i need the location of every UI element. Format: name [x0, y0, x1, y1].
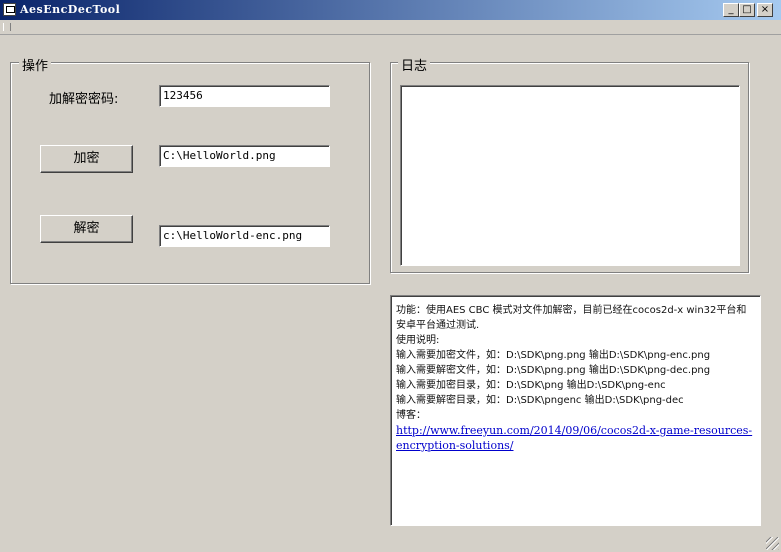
info-line-usage: 使用说明:: [396, 335, 440, 346]
title-bar[interactable]: AesEncDecTool _ □ ×: [0, 0, 781, 20]
info-line-feature: 功能：使用AES CBC 模式对文件加解密，目前已经在cocos2d-x win…: [396, 305, 747, 331]
password-input[interactable]: 123456: [159, 85, 330, 107]
encrypt-path-input[interactable]: C:\HelloWorld.png: [159, 145, 330, 167]
log-textarea[interactable]: [400, 85, 740, 266]
window-title: AesEncDecTool: [20, 3, 121, 16]
blog-link[interactable]: http://www.freeyun.com/2014/09/06/cocos2…: [396, 423, 756, 453]
resize-grip-icon[interactable]: [766, 537, 779, 550]
info-line-decrypt-file: 输入需要解密文件，如：D:\SDK\png.png 输出D:\SDK\png-d…: [396, 365, 711, 376]
decrypt-path-input[interactable]: c:\HelloWorld-enc.png: [159, 225, 330, 247]
maximize-button[interactable]: □: [739, 3, 755, 17]
app-icon[interactable]: [3, 3, 16, 16]
operations-group-label: 操作: [19, 55, 52, 74]
password-label: 加解密密码:: [49, 92, 119, 107]
encrypt-button[interactable]: 加密: [40, 145, 133, 173]
minimize-button[interactable]: _: [723, 3, 739, 17]
info-line-blog: 博客：: [396, 410, 426, 421]
menu-bar: [0, 20, 781, 35]
menu-grip-icon[interactable]: [3, 23, 11, 31]
info-panel[interactable]: 功能：使用AES CBC 模式对文件加解密，目前已经在cocos2d-x win…: [390, 295, 761, 526]
decrypt-button[interactable]: 解密: [40, 215, 133, 243]
log-group-label: 日志: [398, 55, 431, 74]
close-button[interactable]: ×: [757, 3, 773, 17]
info-line-encrypt-file: 输入需要加密文件，如：D:\SDK\png.png 输出D:\SDK\png-e…: [396, 350, 711, 361]
info-line-decrypt-dir: 输入需要解密目录，如：D:\SDK\pngenc 输出D:\SDK\png-de…: [396, 395, 684, 406]
info-line-encrypt-dir: 输入需要加密目录，如：D:\SDK\png 输出D:\SDK\png-enc: [396, 380, 666, 391]
